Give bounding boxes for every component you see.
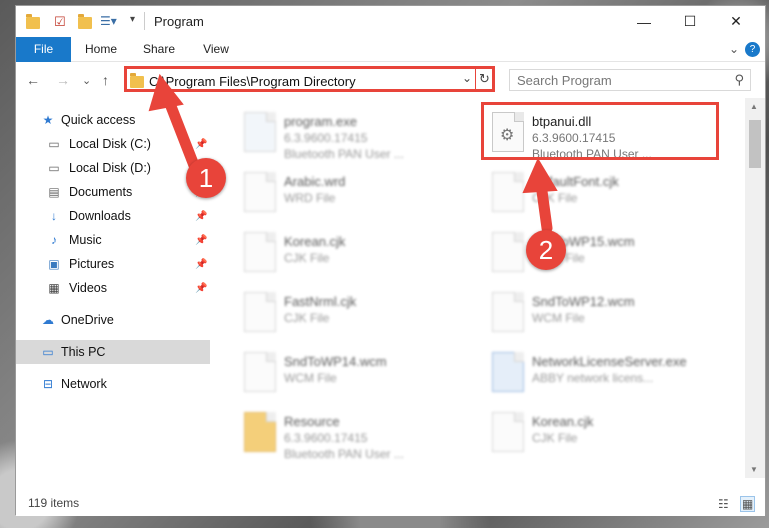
arrow-2-head bbox=[522, 157, 558, 194]
step-1-callout: 1 bbox=[186, 158, 226, 198]
annotation-arrows bbox=[148, 73, 558, 234]
arrow-1-head bbox=[148, 73, 184, 112]
step-2-callout: 2 bbox=[526, 230, 566, 270]
